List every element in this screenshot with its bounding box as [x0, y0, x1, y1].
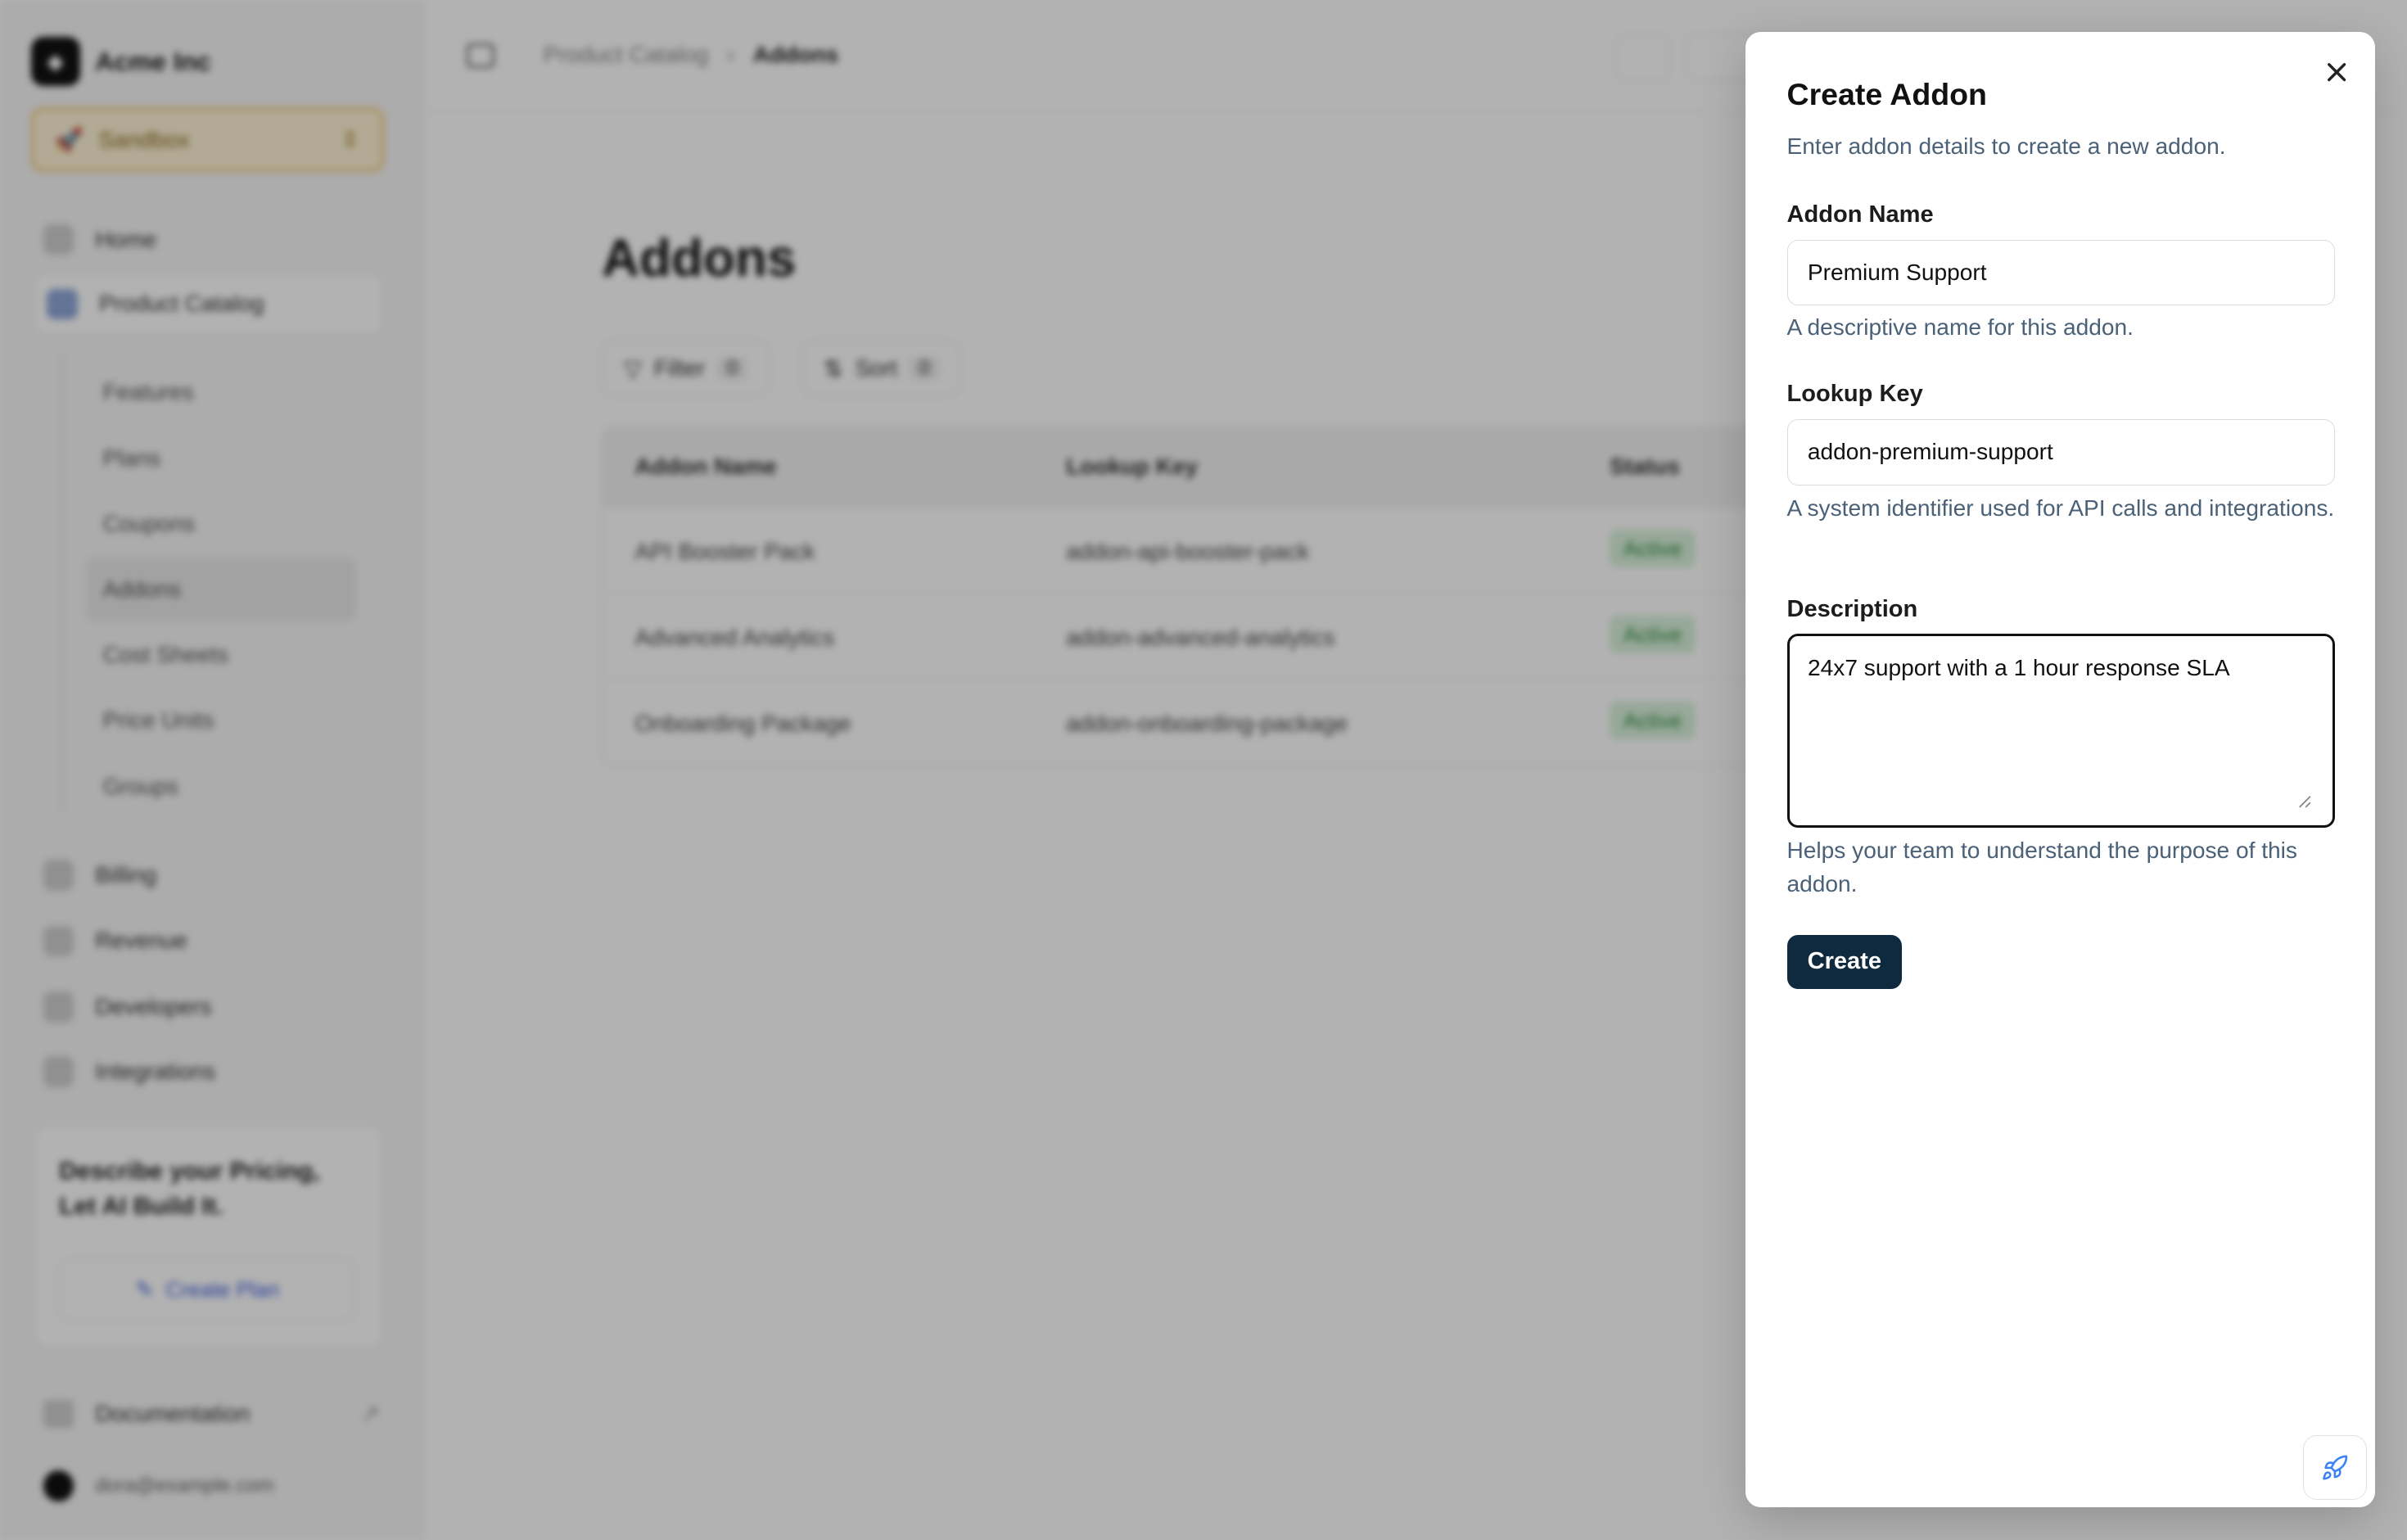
create-button[interactable]: Create: [1787, 935, 1903, 989]
dialog-subtitle: Enter addon details to create a new addo…: [1787, 133, 2226, 160]
resize-handle-icon[interactable]: [2296, 793, 2312, 809]
close-icon[interactable]: [2321, 56, 2352, 88]
lookup-key-label: Lookup Key: [1787, 381, 1923, 408]
lookup-key-input[interactable]: [1787, 419, 2335, 485]
dialog-title: Create Addon: [1787, 77, 1987, 112]
addon-name-help: A descriptive name for this addon.: [1787, 310, 2335, 344]
lookup-key-help: A system identifier used for API calls a…: [1787, 491, 2335, 525]
addon-name-label: Addon Name: [1787, 201, 1934, 228]
launch-button[interactable]: [2303, 1435, 2368, 1500]
description-help: Helps your team to understand the purpos…: [1787, 833, 2335, 901]
addon-name-input[interactable]: [1787, 240, 2335, 306]
description-label: Description: [1787, 596, 1918, 623]
description-textarea[interactable]: 24x7 support with a 1 hour response SLA: [1787, 634, 2335, 827]
rocket-icon: [2321, 1454, 2349, 1482]
